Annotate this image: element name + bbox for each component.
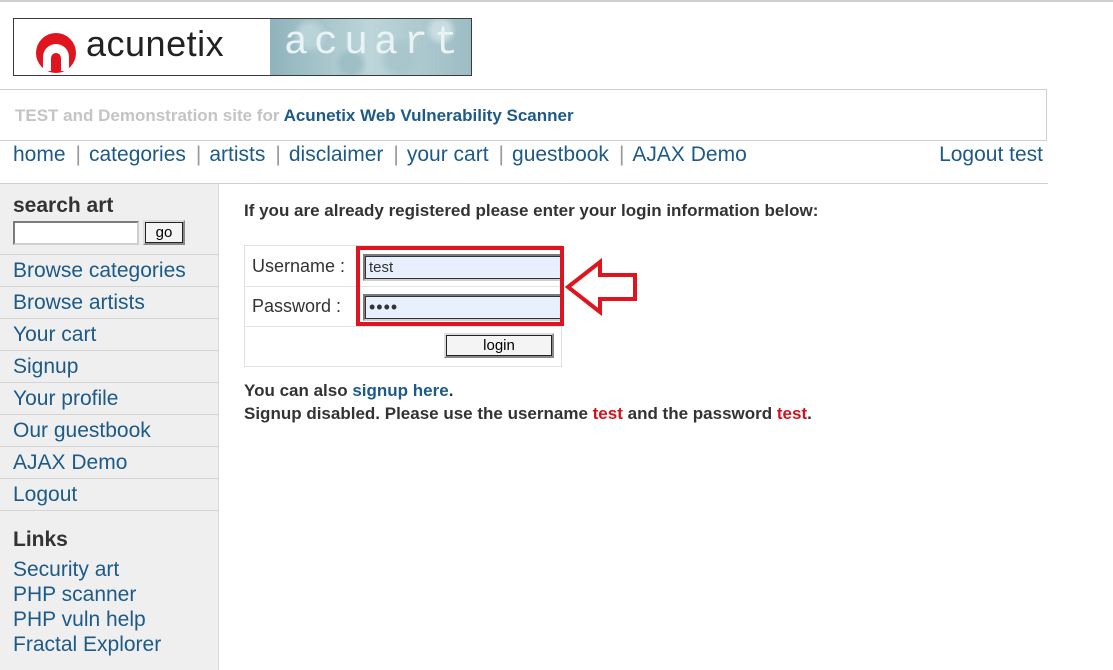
nav-categories[interactable]: categories: [89, 143, 186, 166]
nav-your-cart[interactable]: your cart: [407, 143, 489, 166]
acuart-logo: acuart: [270, 19, 471, 75]
disabled-text-end: .: [807, 404, 812, 423]
sidebar-item-logout: Logout: [0, 478, 218, 511]
nav-separator: |: [618, 143, 625, 166]
nav-separator: |: [393, 143, 399, 166]
sidebar-item-ajax-demo: AJAX Demo: [0, 446, 218, 478]
scanner-link[interactable]: Acunetix Web Vulnerability Scanner: [284, 106, 574, 125]
nav-separator: |: [498, 143, 505, 166]
sidebar-link[interactable]: Browse artists: [13, 291, 145, 314]
table-row-divider: [245, 326, 561, 327]
disabled-text-b: and the password: [627, 404, 773, 423]
demo-username: test: [592, 404, 623, 423]
site-banner: TEST and Demonstration site for Acunetix…: [0, 89, 1047, 141]
site-logo[interactable]: acunetix acuart: [13, 18, 472, 76]
links-item: Security art: [13, 557, 161, 582]
login-intro-text: If you are already registered please ent…: [244, 201, 819, 220]
signup-prefix: You can also: [244, 381, 348, 400]
sidebar-item-signup: Signup: [0, 350, 218, 382]
signup-message: You can also signup here.: [244, 381, 453, 401]
login-button[interactable]: login: [444, 333, 554, 358]
acunetix-logo: acunetix: [14, 19, 270, 75]
php-vuln-help-link[interactable]: PHP vuln help: [13, 608, 146, 631]
disabled-text-a: Signup disabled. Please use the username: [244, 404, 588, 423]
sidebar-link[interactable]: Browse categories: [13, 259, 186, 282]
sidebar-item-your-cart: Your cart: [0, 318, 218, 350]
signup-suffix: .: [448, 381, 454, 400]
credentials-highlight-box: [356, 246, 564, 326]
banner-prefix: TEST and Demonstration site for: [15, 106, 280, 125]
sidebar-link[interactable]: Your profile: [13, 387, 118, 410]
sidebar-link[interactable]: Our guestbook: [13, 419, 151, 442]
signup-link[interactable]: signup here: [352, 381, 448, 400]
links-item: PHP vuln help: [13, 607, 161, 632]
username-label: Username :: [252, 256, 346, 276]
links-item: PHP scanner: [13, 582, 161, 607]
sidebar-link[interactable]: Your cart: [13, 323, 96, 346]
links-item: Fractal Explorer: [13, 632, 161, 657]
search-input[interactable]: [13, 221, 139, 245]
sidebar: search art go Browse categories Browse a…: [0, 184, 219, 670]
fractal-explorer-link[interactable]: Fractal Explorer: [13, 633, 161, 656]
nav-artists[interactable]: artists: [209, 143, 265, 166]
sidebar-menu: Browse categories Browse artists Your ca…: [0, 254, 218, 511]
nav-separator: |: [195, 143, 202, 166]
sidebar-link[interactable]: Signup: [13, 355, 78, 378]
nav-separator: |: [275, 143, 281, 166]
nav-guestbook[interactable]: guestbook: [512, 143, 609, 166]
logo-product-text: acuart: [284, 21, 465, 66]
nav-disclaimer[interactable]: disclaimer: [289, 143, 384, 166]
security-art-link[interactable]: Security art: [13, 558, 119, 581]
sidebar-link[interactable]: Logout: [13, 483, 77, 506]
sidebar-link[interactable]: AJAX Demo: [13, 451, 127, 474]
links-title: Links: [13, 528, 68, 551]
links-list: Security art PHP scanner PHP vuln help F…: [13, 557, 161, 657]
sidebar-item-our-guestbook: Our guestbook: [0, 414, 218, 446]
sidebar-item-browse-artists: Browse artists: [0, 286, 218, 318]
demo-password: test: [776, 404, 808, 423]
top-border: [0, 0, 1113, 2]
nav-home[interactable]: home: [13, 143, 66, 166]
search-go-button[interactable]: go: [143, 220, 185, 245]
php-scanner-link[interactable]: PHP scanner: [13, 583, 136, 606]
password-label: Password :: [252, 296, 342, 316]
banner-text: TEST and Demonstration site for Acunetix…: [15, 106, 574, 126]
logo-brand-text: acunetix: [86, 23, 225, 64]
sidebar-item-browse-categories: Browse categories: [0, 254, 218, 286]
acunetix-logo-icon: [36, 33, 76, 73]
nav-ajax-demo[interactable]: AJAX Demo: [632, 143, 746, 166]
top-navigation: home | categories | artists | disclaimer | your …: [13, 143, 1043, 171]
left-arrow-icon: [564, 258, 637, 316]
logout-link[interactable]: Logout test: [939, 143, 1043, 167]
nav-separator: |: [75, 143, 81, 166]
search-title: search art: [13, 194, 114, 217]
sidebar-item-your-profile: Your profile: [0, 382, 218, 414]
signup-disabled-message: Signup disabled. Please use the username…: [244, 404, 812, 424]
